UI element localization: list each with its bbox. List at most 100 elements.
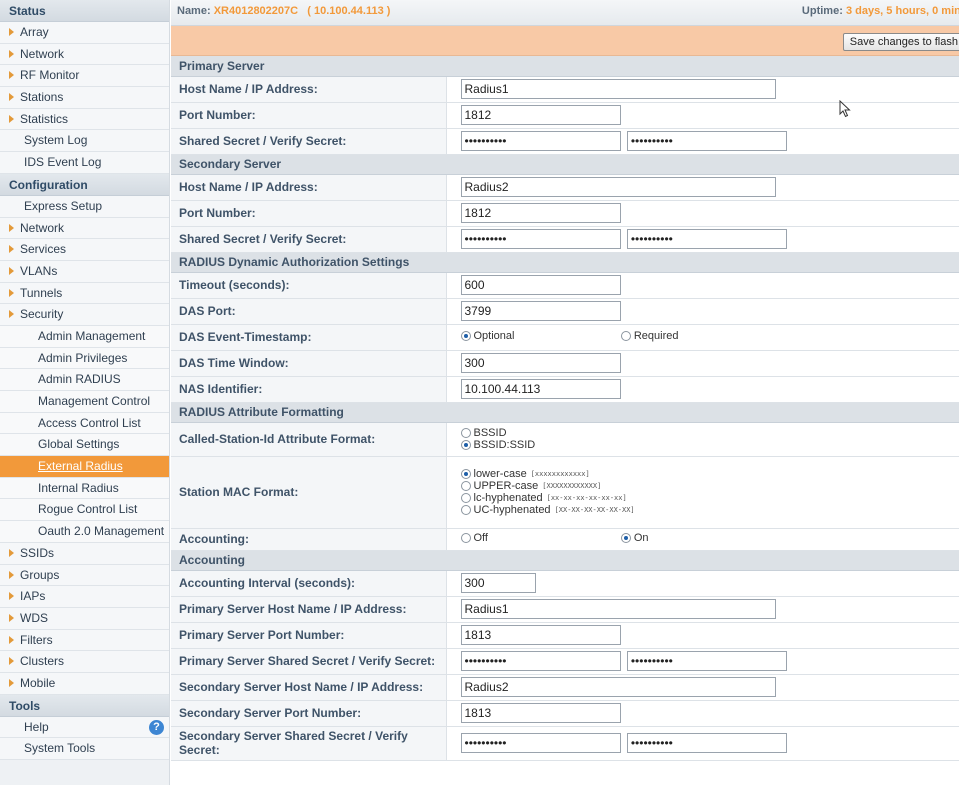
sidebar-item-array[interactable]: Array (0, 22, 169, 44)
timeout-input[interactable] (460, 275, 621, 295)
sidebar-item-groups[interactable]: Groups (0, 564, 169, 587)
arrow-right-icon (9, 613, 14, 622)
sidebar-item-label: Help (24, 719, 49, 734)
mac-format-hint: [xxxxxxxxxxxx] (530, 470, 590, 478)
das-timestamp-optional-radio[interactable]: Optional (460, 330, 618, 342)
secondary-verify-secret-input[interactable] (626, 229, 787, 249)
station-mac-uc-hyphenated-radio[interactable]: UC-hyphenated [XX-XX-XX-XX-XX-XX] (460, 504, 959, 516)
sidebar-item-internal-radius[interactable]: Internal Radius (0, 477, 169, 500)
das-timestamp-required-radio[interactable]: Required (620, 330, 678, 342)
sidebar-item-system-tools[interactable]: System Tools (0, 738, 169, 760)
sidebar-item-ids-event-log[interactable]: IDS Event Log (0, 152, 169, 174)
primary-verify-secret-input[interactable] (626, 131, 787, 151)
sidebar-item-tunnels[interactable]: Tunnels (0, 282, 169, 305)
sidebar-item-label: Admin RADIUS (38, 372, 121, 387)
sidebar-item-wds[interactable]: WDS (0, 607, 169, 630)
called-station-label: Called-Station-Id Attribute Format: (171, 422, 447, 457)
sidebar-item-rf-monitor[interactable]: RF Monitor (0, 65, 169, 88)
radio-empty-icon (620, 331, 631, 341)
sidebar-item-admin-management[interactable]: Admin Management (0, 325, 169, 348)
das-window-label: DAS Time Window: (171, 350, 447, 377)
sidebar-item-admin-radius[interactable]: Admin RADIUS (0, 369, 169, 391)
acct-secondary-host-input[interactable] (460, 677, 776, 697)
primary-secret-input[interactable] (460, 131, 621, 151)
sidebar-item-oauth-2-0-management[interactable]: Oauth 2.0 Management (0, 521, 169, 543)
sidebar-item-access-control-list[interactable]: Access Control List (0, 412, 169, 435)
help-icon[interactable]: ? (149, 719, 164, 735)
sidebar-item-label: Management Control (38, 394, 151, 408)
sidebar-item-system-log[interactable]: System Log (0, 130, 169, 153)
sidebar-item-mobile[interactable]: Mobile (0, 672, 169, 695)
das-port-input[interactable] (460, 301, 621, 321)
arrow-right-icon (9, 570, 14, 579)
sidebar-item-express-setup[interactable]: Express Setup (0, 195, 169, 218)
sidebar-item-help[interactable]: Help? (0, 716, 169, 739)
acct-secondary-port-input[interactable] (460, 703, 621, 723)
sidebar-item-ssids[interactable]: SSIDs (0, 542, 169, 565)
accounting-on-radio[interactable]: On (620, 532, 649, 544)
acct-primary-secret-input[interactable] (460, 651, 621, 671)
sidebar-item-label: Oauth 2.0 Management (38, 524, 165, 539)
sidebar-item-filters[interactable]: Filters (0, 629, 169, 652)
secondary-secret-input[interactable] (460, 229, 621, 249)
sidebar-item-global-settings[interactable]: Global Settings (0, 434, 169, 457)
sidebar-item-iaps[interactable]: IAPs (0, 586, 169, 608)
sidebar-item-admin-privileges[interactable]: Admin Privileges (0, 347, 169, 370)
accounting-interval-input[interactable] (460, 573, 536, 593)
sidebar-item-rogue-control-list[interactable]: Rogue Control List (0, 499, 169, 522)
sidebar-item-security[interactable]: Security (0, 304, 169, 326)
acct-primary-port-input[interactable] (460, 625, 621, 645)
sidebar-item-vlans[interactable]: VLANs (0, 260, 169, 283)
sidebar-item-clusters[interactable]: Clusters (0, 651, 169, 673)
sidebar-heading-status[interactable]: Status (0, 0, 169, 22)
secondary-port-input[interactable] (460, 203, 621, 223)
sidebar-item-label: Security (20, 307, 64, 322)
sidebar-heading-tools[interactable]: Tools (0, 694, 169, 717)
secondary-host-input[interactable] (460, 177, 776, 197)
sidebar-item-label: WDS (20, 610, 48, 625)
acct-secondary-host-label: Secondary Server Host Name / IP Address: (171, 674, 447, 701)
sidebar-item-stations[interactable]: Stations (0, 87, 169, 109)
section-accounting: Accounting (171, 550, 959, 571)
acct-primary-host-label: Primary Server Host Name / IP Address: (171, 596, 447, 623)
accounting-off-radio[interactable]: Off (460, 532, 618, 544)
radio-empty-icon (460, 428, 471, 438)
primary-host-input[interactable] (460, 79, 776, 99)
called-station-bssid-radio[interactable]: BSSID (460, 427, 959, 439)
sidebar-item-services[interactable]: Services (0, 239, 169, 261)
secondary-secret-label: Shared Secret / Verify Secret: (171, 226, 447, 253)
das-window-input[interactable] (460, 353, 621, 373)
das-port-label: DAS Port: (171, 298, 447, 325)
primary-port-input[interactable] (460, 105, 621, 125)
acct-secondary-port-label: Secondary Server Port Number: (171, 700, 447, 727)
acct-primary-verify-secret-input[interactable] (626, 651, 787, 671)
sidebar-item-label: IAPs (20, 589, 46, 604)
nas-identifier-input[interactable] (460, 379, 621, 399)
sidebar-item-management-control[interactable]: Management Control (0, 391, 169, 413)
called-station-bssid-ssid-radio[interactable]: BSSID:SSID (460, 439, 959, 451)
station-mac-lower-case-radio[interactable]: lower-case [xxxxxxxxxxxx] (460, 468, 959, 480)
sidebar-item-label: Tunnels (20, 285, 63, 300)
sidebar-item-label: Global Settings (38, 437, 120, 452)
sidebar-item-label: Network (20, 220, 65, 235)
save-changes-button[interactable]: Save changes to flash (842, 33, 959, 51)
acct-secondary-verify-secret-input[interactable] (626, 733, 787, 753)
arrow-right-icon (9, 635, 14, 644)
station-mac-upper-case-radio[interactable]: UPPER-case [XXXXXXXXXXXX] (460, 480, 959, 492)
primary-host-label: Host Name / IP Address: (171, 76, 447, 103)
station-mac-lc-hyphenated-radio[interactable]: lc-hyphenated [xx-xx-xx-xx-xx-xx] (460, 492, 959, 504)
sidebar-heading-configuration[interactable]: Configuration (0, 173, 169, 196)
acct-secondary-secret-input[interactable] (460, 733, 621, 753)
sidebar-item-statistics[interactable]: Statistics (0, 108, 169, 131)
station-mac-label: Station MAC Format: (171, 456, 447, 529)
primary-port-label: Port Number: (171, 102, 447, 129)
acct-primary-host-input[interactable] (460, 599, 776, 619)
radio-selected-icon (460, 440, 471, 450)
sidebar-item-network[interactable]: Network (0, 217, 169, 240)
section-secondary-server: Secondary Server (171, 154, 959, 175)
sidebar-item-label: Array (20, 25, 49, 39)
sidebar-item-network[interactable]: Network (0, 43, 169, 66)
arrow-right-icon (9, 223, 14, 232)
sidebar-item-external-radius[interactable]: External Radius (0, 456, 169, 478)
sidebar-item-label: Express Setup (24, 198, 103, 213)
